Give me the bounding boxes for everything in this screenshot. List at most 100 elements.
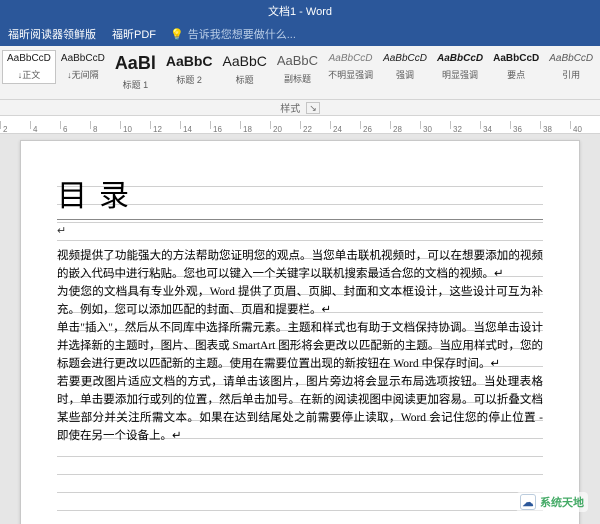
ruler-tick: 24 [330,121,360,129]
style-preview: AaBbCcD [493,53,539,64]
horizontal-ruler[interactable]: 246810121416182022242628303234363840 [0,116,600,134]
style-name-label: 强调 [383,68,427,81]
ruler-tick: 12 [150,121,180,129]
style-name-label: ↓无间隔 [61,68,105,81]
ruler-number: 2 [3,125,7,134]
ruler-tick: 20 [270,121,300,129]
ruler-tick: 34 [480,121,510,129]
ruler-number: 18 [243,125,252,134]
styles-dialog-launcher-icon[interactable]: ↘ [306,102,320,114]
ruler-number: 4 [33,125,37,134]
watermark-text: 系统天地 [540,494,584,510]
style-preview: AaBbC [277,53,318,68]
toc-heading[interactable]: 目录 [57,171,543,219]
style-preview: AaBl [115,53,156,74]
body-paragraph[interactable]: 单击"插入"，然后从不同库中选择所需元素。主题和样式也有助于文档保持协调。当您单… [57,319,543,373]
ruler-number: 20 [273,125,282,134]
ruler-number: 26 [363,125,372,134]
ribbon-tabs-row: 福昕阅读器领鲜版 福昕PDF 💡 告诉我您想要做什么... [0,22,600,46]
ruler-number: 24 [333,125,342,134]
ruler-number: 12 [153,125,162,134]
style-preview: AaBbCcD [437,53,483,64]
style-name-label: 标题 [223,73,267,86]
style-preview: AaBbCcD [7,53,51,64]
ruler-tick: 22 [300,121,330,129]
ruler-tick: 6 [60,121,90,129]
ruler-number: 6 [63,125,67,134]
style-name-label: 标题 2 [166,73,213,86]
ruler-tick: 26 [360,121,390,129]
style-name-label: 标题 1 [115,78,156,91]
ruler-number: 30 [423,125,432,134]
body-paragraph[interactable]: 为使您的文档具有专业外观，Word 提供了页眉、页脚、封面和文本框设计，这些设计… [57,283,543,319]
ruler-tick: 14 [180,121,210,129]
ruler-number: 28 [393,125,402,134]
ruler-number: 8 [93,125,97,134]
watermark-logo-icon: ☁ [520,494,536,510]
body-text[interactable]: 视频提供了功能强大的方法帮助您证明您的观点。当您单击联机视频时，可以在想要添加的… [57,247,543,445]
ruler-tick: 30 [420,121,450,129]
style-item-10[interactable]: AaBbCcD 引用 [544,50,598,84]
window-title: 文档1 - Word [268,3,332,19]
ruler-number: 16 [213,125,222,134]
document-canvas: 目录 ↵ 视频提供了功能强大的方法帮助您证明您的观点。当您单击联机视频时，可以在… [0,134,600,524]
style-item-7[interactable]: AaBbCcD 强调 [378,50,432,84]
ruler-tick: 10 [120,121,150,129]
ruler-number: 14 [183,125,192,134]
style-item-4[interactable]: AaBbC 标题 [218,50,272,89]
addin-tab-foxit-reader[interactable]: 福昕阅读器领鲜版 [0,26,104,42]
style-preview: AaBbC [223,53,267,69]
style-item-2[interactable]: AaBl 标题 1 [110,50,161,94]
ruler-tick: 8 [90,121,120,129]
ruler-number: 34 [483,125,492,134]
tell-me-placeholder: 告诉我您想要做什么... [188,26,296,42]
style-item-3[interactable]: AaBbC 标题 2 [161,50,218,89]
ruler-number: 36 [513,125,522,134]
ruler-ticks: 246810121416182022242628303234363840 [0,116,600,133]
style-item-6[interactable]: AaBbCcD 不明显强调 [323,50,378,84]
style-preview: AaBbCcD [549,53,593,64]
ruler-tick: 40 [570,121,600,129]
style-name-label: 不明显强调 [328,68,373,81]
ruler-number: 10 [123,125,132,134]
ruler-tick: 18 [240,121,270,129]
style-preview: AaBbCcD [328,53,373,64]
ruler-tick: 38 [540,121,570,129]
body-paragraph[interactable]: 若要更改图片适应文档的方式，请单击该图片，图片旁边将会显示布局选项按钮。当处理表… [57,373,543,445]
style-item-5[interactable]: AaBbC 副标题 [272,50,323,88]
style-name-label: 引用 [549,68,593,81]
style-preview: AaBbCcD [61,53,105,64]
page[interactable]: 目录 ↵ 视频提供了功能强大的方法帮助您证明您的观点。当您单击联机视频时，可以在… [20,140,580,524]
ruler-number: 22 [303,125,312,134]
style-name-label: 明显强调 [437,68,483,81]
style-name-label: 副标题 [277,72,318,85]
ruler-tick: 4 [30,121,60,129]
ruler-number: 32 [453,125,462,134]
ruler-tick: 2 [0,121,30,129]
style-preview: AaBbCcD [383,53,427,64]
ruler-tick: 32 [450,121,480,129]
addin-tab-foxit-pdf[interactable]: 福昕PDF [104,26,164,42]
tell-me-search[interactable]: 💡 告诉我您想要做什么... [170,26,296,42]
toc-rule [57,219,543,220]
ruler-number: 38 [543,125,552,134]
paragraph-mark[interactable]: ↵ [57,224,543,237]
styles-group-label: 样式 [280,100,300,115]
title-bar: 文档1 - Word [0,0,600,22]
ruler-tick: 28 [390,121,420,129]
ruler-tick: 36 [510,121,540,129]
watermark: ☁ 系统天地 [516,492,588,512]
style-item-8[interactable]: AaBbCcD 明显强调 [432,50,488,84]
style-preview: AaBbC [166,53,213,69]
style-item-1[interactable]: AaBbCcD ↓无间隔 [56,50,110,84]
ruler-number: 40 [573,125,582,134]
ribbon-group-label-row: 样式 ↘ [0,100,600,116]
ruler-tick: 16 [210,121,240,129]
style-item-9[interactable]: AaBbCcD 要点 [488,50,544,84]
style-name-label: ↓正文 [7,68,51,81]
lightbulb-icon: 💡 [170,28,184,41]
style-item-0[interactable]: AaBbCcD ↓正文 [2,50,56,84]
body-paragraph[interactable]: 视频提供了功能强大的方法帮助您证明您的观点。当您单击联机视频时，可以在想要添加的… [57,247,543,283]
styles-gallery: AaBbCcD↓正文AaBbCcD↓无间隔AaBl标题 1AaBbC标题 2Aa… [0,46,600,100]
style-name-label: 要点 [493,68,539,81]
